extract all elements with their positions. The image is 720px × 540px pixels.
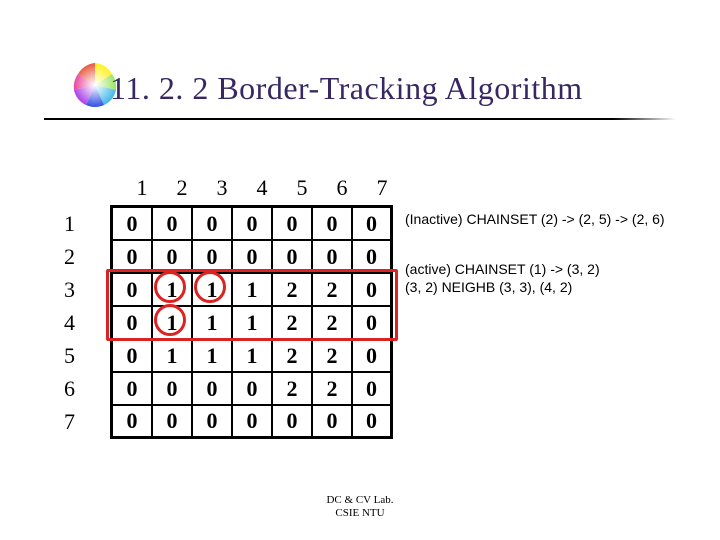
grid-cell: 0: [153, 373, 193, 406]
grid-cell: 0: [193, 406, 233, 439]
matrix-grid: 0000000000000001112200111220011122000002…: [110, 205, 393, 439]
grid-cell: 0: [113, 274, 153, 307]
col-header: 6: [322, 175, 362, 201]
grid-cell: 0: [153, 406, 193, 439]
note-active-chainset: (active) CHAINSET (1) -> (3, 2) (3, 2) N…: [405, 260, 600, 296]
grid-cell: 0: [233, 373, 273, 406]
grid-cell: 0: [353, 274, 393, 307]
footer-line2: CSIE NTU: [335, 507, 384, 519]
grid-cell: 0: [193, 241, 233, 274]
grid-cell: 1: [233, 274, 273, 307]
grid-cell: 2: [313, 274, 353, 307]
grid-cell: 1: [193, 274, 233, 307]
grid-cell: 0: [233, 406, 273, 439]
grid-cell: 2: [273, 340, 313, 373]
grid-cell: 0: [353, 241, 393, 274]
grid-cell: 0: [113, 373, 153, 406]
row-header: 5: [64, 339, 75, 372]
grid-cell: 1: [153, 307, 193, 340]
grid-row: 0000000: [113, 208, 393, 241]
row-header: 2: [64, 240, 75, 273]
grid-cell: 0: [113, 307, 153, 340]
col-header: 3: [202, 175, 242, 201]
row-headers: 1 2 3 4 5 6 7: [64, 207, 75, 438]
footer-line1: DC & CV Lab.: [326, 494, 393, 506]
grid-row: 0111220: [113, 274, 393, 307]
note-active-line2: (3, 2) NEIGHB (3, 3), (4, 2): [405, 279, 572, 295]
grid-cell: 2: [273, 373, 313, 406]
slide: 11. 2. 2 Border-Tracking Algorithm 1 2 3…: [0, 0, 720, 540]
footer: DC & CV Lab. CSIE NTU: [0, 494, 720, 520]
grid-cell: 0: [313, 406, 353, 439]
grid-cell: 0: [113, 406, 153, 439]
row-header: 7: [64, 405, 75, 438]
grid-cell: 2: [273, 274, 313, 307]
note-active-line1: (active) CHAINSET (1) -> (3, 2): [405, 261, 600, 277]
grid-row: 0000000: [113, 406, 393, 439]
grid-cell: 0: [353, 406, 393, 439]
grid-cell: 2: [313, 307, 353, 340]
column-headers: 1 2 3 4 5 6 7: [122, 175, 402, 201]
grid-cell: 2: [313, 373, 353, 406]
row-header: 3: [64, 273, 75, 306]
grid-cell: 0: [273, 208, 313, 241]
grid-cell: 0: [153, 241, 193, 274]
grid-cell: 0: [313, 241, 353, 274]
note-inactive-chainset: (Inactive) CHAINSET (2) -> (2, 5) -> (2,…: [405, 210, 665, 228]
grid-cell: 2: [273, 307, 313, 340]
grid-cell: 0: [233, 208, 273, 241]
grid-cell: 0: [193, 208, 233, 241]
col-header: 1: [122, 175, 162, 201]
title-underline: [44, 118, 676, 120]
grid-cell: 1: [233, 340, 273, 373]
row-header: 4: [64, 306, 75, 339]
grid-row: 0111220: [113, 307, 393, 340]
grid-cell: 1: [193, 307, 233, 340]
grid-cell: 0: [153, 208, 193, 241]
grid-cell: 1: [233, 307, 273, 340]
row-header: 1: [64, 207, 75, 240]
grid-cell: 0: [313, 208, 353, 241]
col-header: 2: [162, 175, 202, 201]
col-header: 7: [362, 175, 402, 201]
grid-cell: 0: [113, 340, 153, 373]
grid-row: 0000220: [113, 373, 393, 406]
grid-cell: 0: [113, 208, 153, 241]
row-header: 6: [64, 372, 75, 405]
grid-cell: 0: [273, 241, 313, 274]
grid-cell: 0: [353, 340, 393, 373]
grid-row: 0000000: [113, 241, 393, 274]
grid-cell: 1: [153, 340, 193, 373]
grid-cell: 0: [113, 241, 153, 274]
grid-cell: 0: [193, 373, 233, 406]
slide-title: 11. 2. 2 Border-Tracking Algorithm: [110, 70, 583, 107]
grid-row: 0111220: [113, 340, 393, 373]
grid-cell: 0: [353, 373, 393, 406]
grid-cell: 2: [313, 340, 353, 373]
col-header: 4: [242, 175, 282, 201]
grid-cell: 1: [153, 274, 193, 307]
col-header: 5: [282, 175, 322, 201]
grid-cell: 0: [273, 406, 313, 439]
grid-cell: 1: [193, 340, 233, 373]
grid-cell: 0: [233, 241, 273, 274]
grid-cell: 0: [353, 208, 393, 241]
grid-cell: 0: [353, 307, 393, 340]
